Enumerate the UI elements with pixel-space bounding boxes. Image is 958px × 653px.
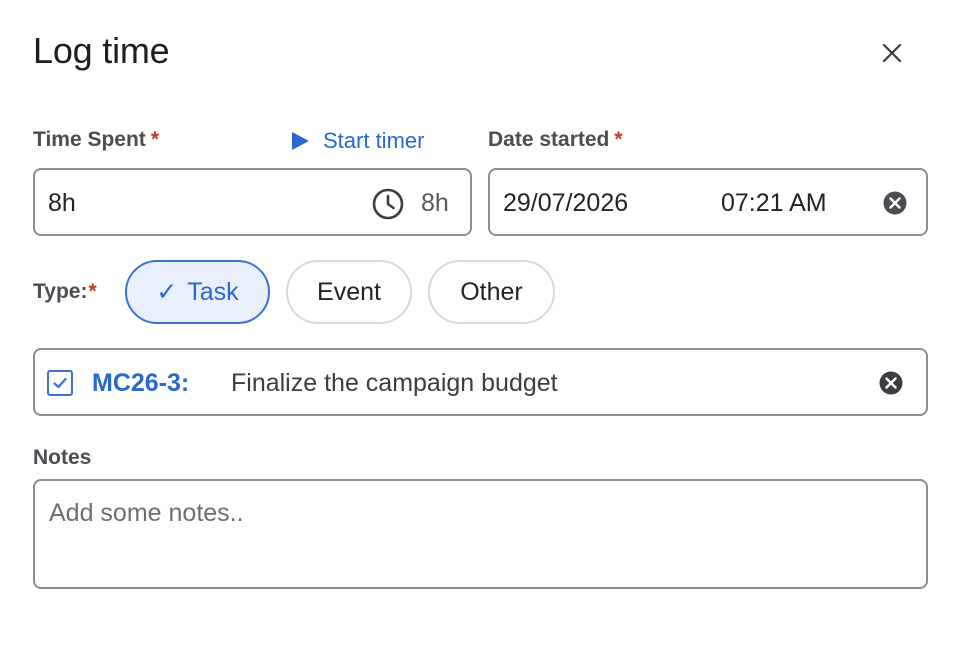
notes-label: Notes: [33, 446, 92, 469]
checkbox-icon: [47, 370, 73, 396]
type-option-event[interactable]: Event: [286, 260, 412, 324]
task-title: Finalize the campaign budget: [231, 369, 558, 397]
clock-icon: [372, 188, 404, 220]
time-value[interactable]: 07:21 AM: [721, 189, 827, 218]
required-mark: *: [88, 280, 97, 303]
close-button[interactable]: [872, 33, 912, 73]
clear-icon[interactable]: [882, 190, 908, 216]
date-value[interactable]: 29/07/2026: [503, 189, 628, 218]
type-option-label: Event: [317, 277, 381, 306]
type-option-task[interactable]: ✓ Task: [125, 260, 270, 324]
type-option-other[interactable]: Other: [428, 260, 555, 324]
type-label: Type:*: [33, 280, 97, 303]
close-icon: [882, 43, 902, 63]
start-timer-label: Start timer: [323, 128, 425, 153]
task-select[interactable]: MC26-3: Finalize the campaign budget: [33, 348, 928, 416]
required-mark: *: [614, 128, 623, 151]
play-icon: [292, 132, 309, 150]
task-key[interactable]: MC26-3:: [92, 369, 189, 398]
time-estimate: 8h: [421, 189, 449, 217]
check-icon: ✓: [156, 278, 178, 306]
required-mark: *: [150, 128, 159, 151]
date-started-input[interactable]: 29/07/2026 07:21 AM: [488, 168, 928, 236]
clear-icon[interactable]: [878, 370, 904, 396]
time-spent-input[interactable]: 8h 8h: [33, 168, 472, 236]
start-timer-button[interactable]: Start timer: [289, 126, 424, 156]
type-option-label: Task: [187, 277, 239, 306]
dialog-title: Log time: [33, 30, 170, 71]
date-started-label: Date started *: [488, 128, 623, 151]
type-option-label: Other: [460, 277, 523, 306]
time-spent-label: Time Spent *: [33, 128, 159, 151]
notes-textarea[interactable]: [33, 479, 928, 589]
time-spent-value: 8h: [48, 189, 76, 217]
